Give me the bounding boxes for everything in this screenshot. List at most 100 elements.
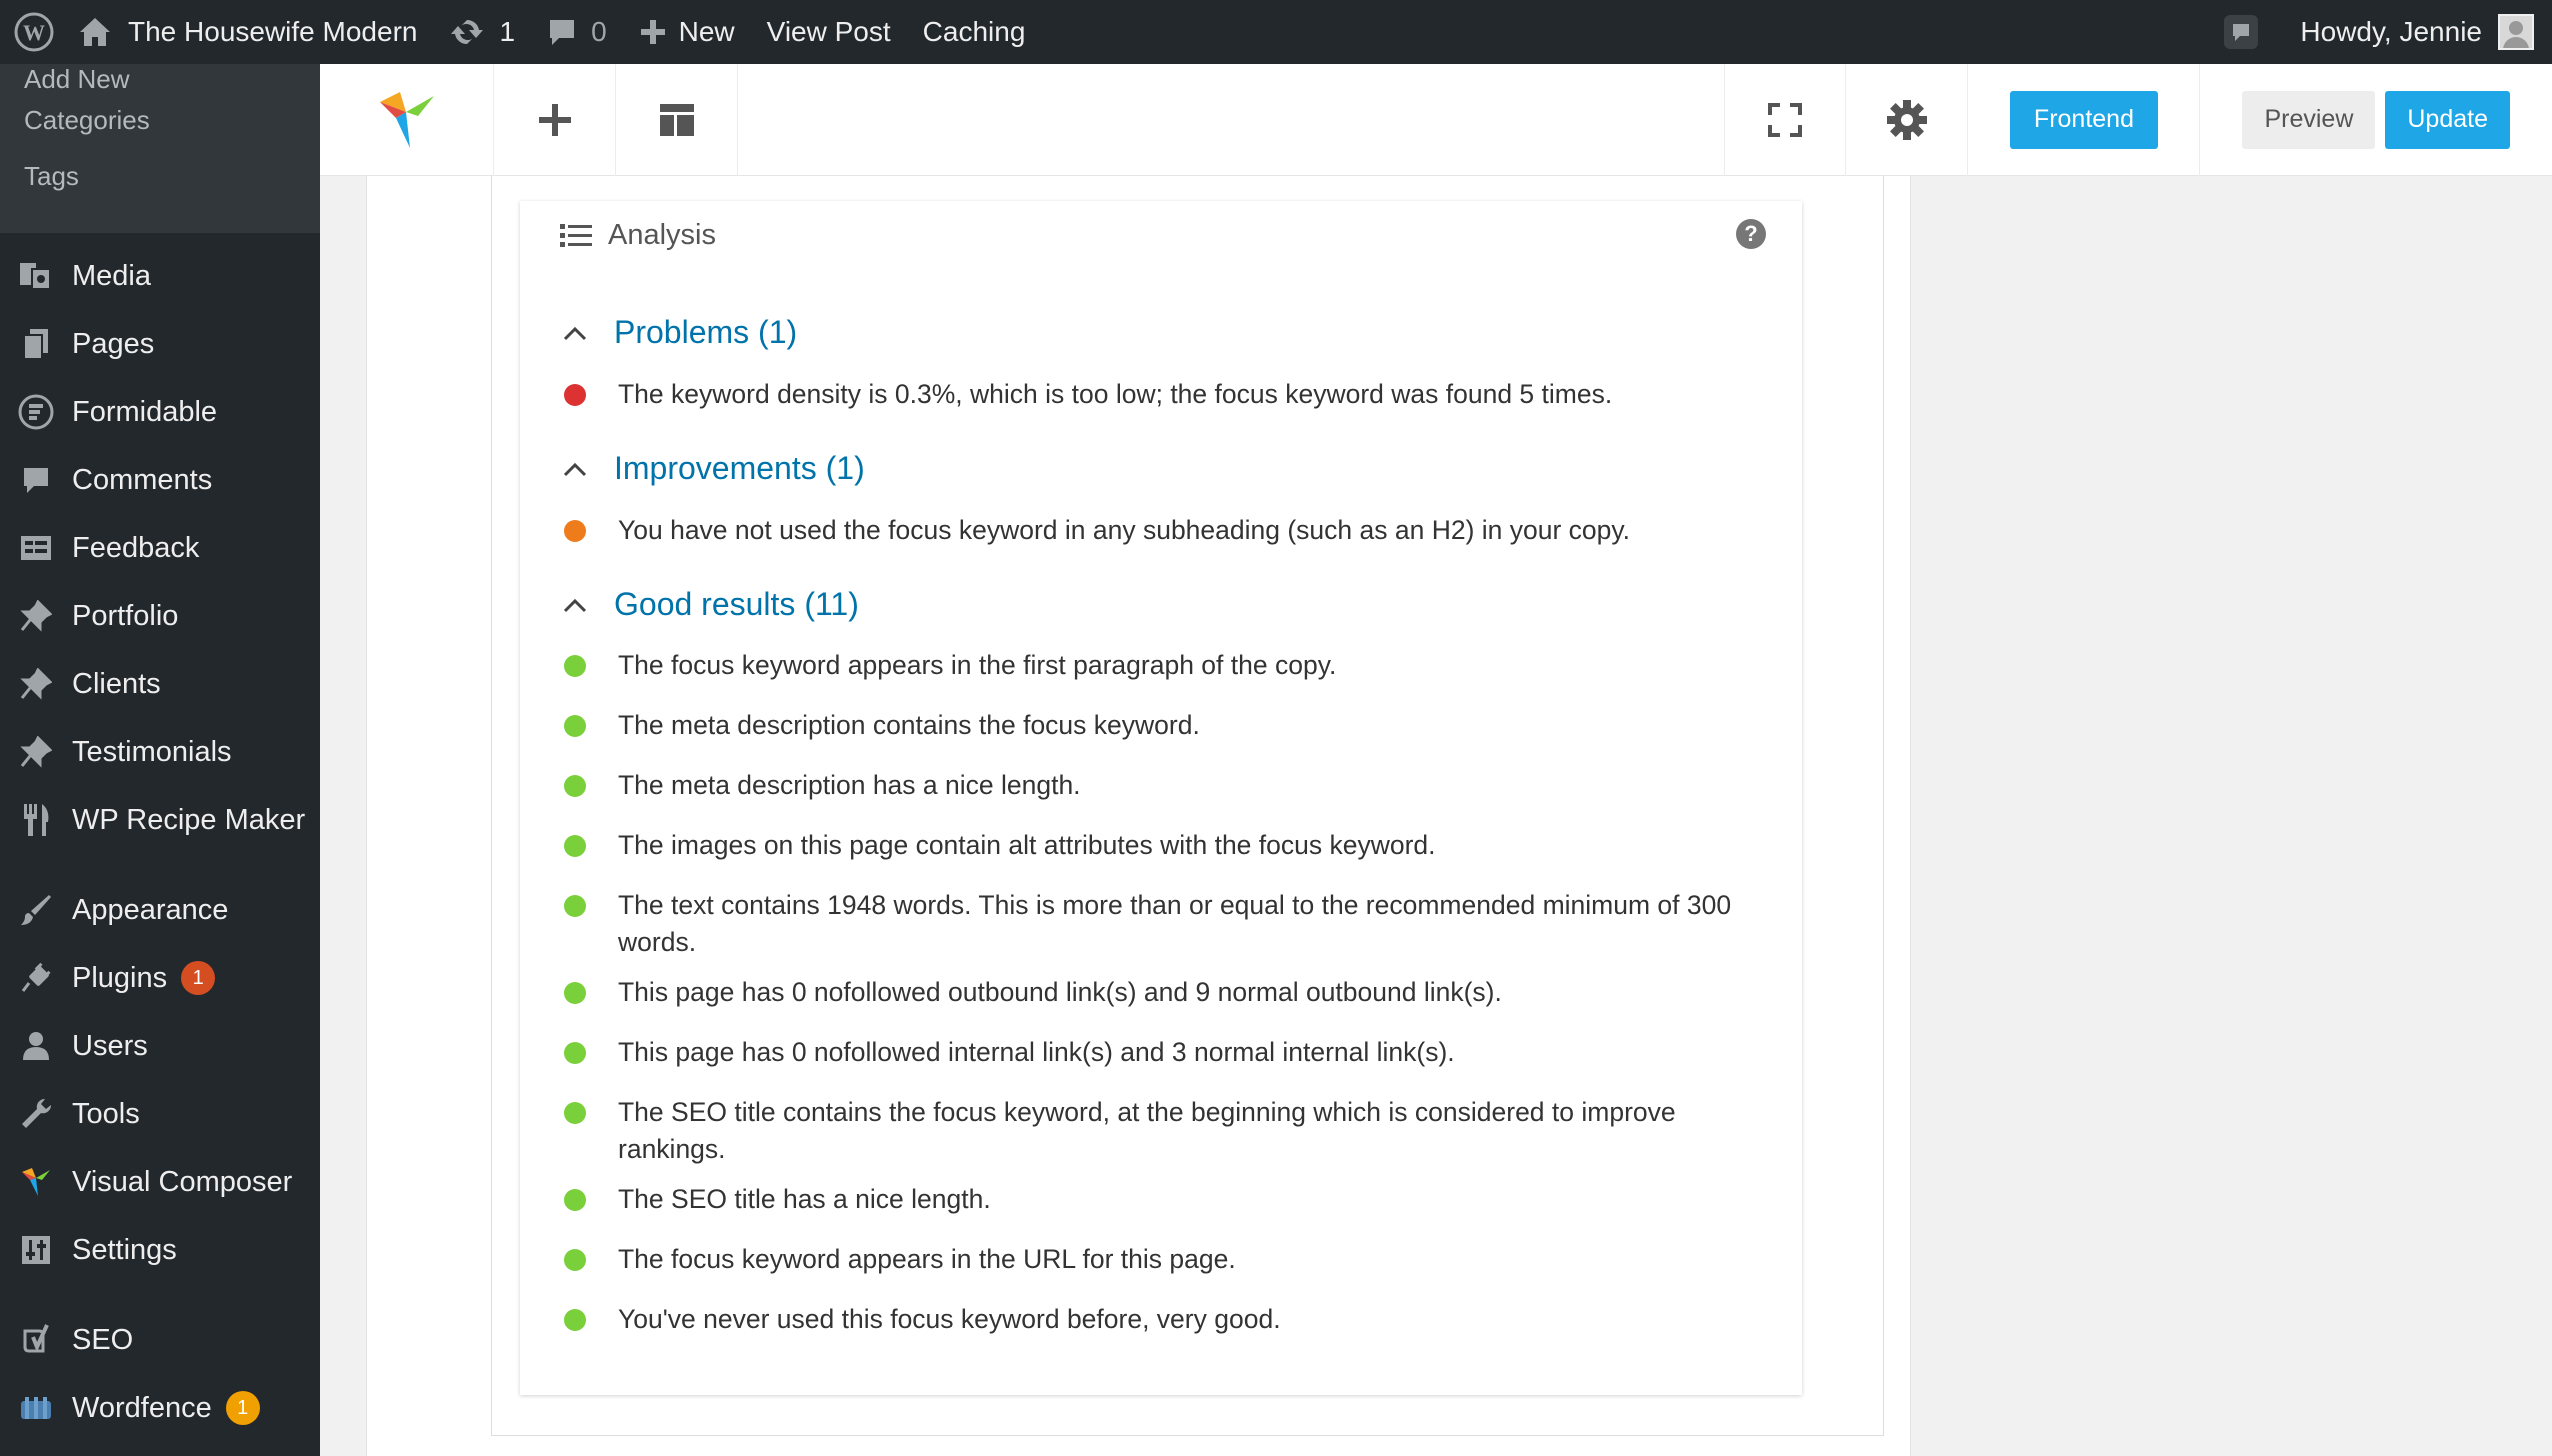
caching-link[interactable]: Caching — [907, 0, 1042, 64]
result-item: The text contains 1948 words. This is mo… — [560, 887, 1740, 961]
my-account-link[interactable]: Howdy, Jennie — [2284, 0, 2552, 64]
analysis-header: Analysis — [560, 219, 716, 252]
good-bullet-icon — [564, 1042, 586, 1064]
improvements-heading: Improvements (1) — [614, 450, 865, 486]
result-text: This page has 0 nofollowed outbound link… — [618, 977, 1502, 1007]
result-text: The meta description contains the focus … — [618, 710, 1200, 740]
submenu-tags[interactable]: Tags — [0, 148, 320, 204]
pin-icon — [16, 596, 56, 636]
sidebar-item-label: Visual Composer — [72, 1165, 293, 1198]
site-name: The Housewife Modern — [128, 16, 418, 47]
sidebar-item-wp-recipe-maker[interactable]: WP Recipe Maker — [0, 786, 320, 854]
sidebar-item-comments[interactable]: Comments — [0, 446, 320, 514]
add-element-button[interactable] — [494, 63, 616, 176]
site-name-link[interactable]: The Housewife Modern — [74, 0, 433, 64]
good-bullet-icon — [564, 655, 586, 677]
refresh-icon — [449, 16, 485, 48]
comments-count: 0 — [591, 16, 607, 47]
sidebar-item-seo[interactable]: SEO — [0, 1306, 320, 1374]
howdy-text: Howdy, Jennie — [2300, 16, 2482, 47]
settings-button[interactable] — [1846, 63, 1969, 176]
sidebar-item-plugins[interactable]: Plugins 1 — [0, 944, 320, 1012]
sidebar-item-label: Testimonials — [72, 735, 232, 768]
preview-button[interactable]: Preview — [2242, 90, 2376, 149]
wordfence-icon — [16, 1388, 56, 1428]
wordpress-logo-icon[interactable]: W — [0, 0, 74, 64]
sidebar-item-portfolio[interactable]: Portfolio — [0, 582, 320, 650]
fork-knife-icon — [16, 800, 56, 840]
updates-link[interactable]: 1 — [433, 0, 531, 64]
result-item: The SEO title has a nice length. — [560, 1181, 1740, 1218]
good-bullet-icon — [564, 982, 586, 1004]
problems-toggle[interactable]: Problems (1) — [560, 314, 797, 351]
sidebar-item-settings[interactable]: Settings — [0, 1216, 320, 1284]
sidebar-item-label: Clients — [72, 667, 161, 700]
list-icon — [560, 223, 592, 247]
improvements-toggle[interactable]: Improvements (1) — [560, 450, 865, 487]
svg-text:W: W — [23, 20, 45, 45]
composer-logo[interactable] — [320, 63, 494, 176]
sidebar-item-media[interactable]: Media — [0, 242, 320, 310]
user-icon — [16, 1026, 56, 1066]
frontend-button[interactable]: Frontend — [2009, 90, 2158, 149]
fullscreen-button[interactable] — [1724, 63, 1847, 176]
result-text: The images on this page contain alt attr… — [618, 830, 1436, 860]
sidebar-item-pages[interactable]: Pages — [0, 310, 320, 378]
sidebar-item-formidable[interactable]: Formidable — [0, 378, 320, 446]
submenu-add-new[interactable]: Add New — [0, 64, 320, 94]
wrench-icon — [16, 1094, 56, 1134]
notifications-icon[interactable] — [2206, 0, 2284, 64]
result-text: You have not used the focus keyword in a… — [618, 515, 1631, 545]
good-bullet-icon — [564, 1102, 586, 1124]
vc-logo-icon — [16, 1162, 56, 1202]
good-bullet-icon — [564, 775, 586, 797]
sidebar-item-appearance[interactable]: Appearance — [0, 876, 320, 944]
analysis-title: Analysis — [608, 219, 716, 251]
result-item: This page has 0 nofollowed outbound link… — [560, 974, 1740, 1011]
result-item: You have not used the focus keyword in a… — [560, 512, 1740, 549]
admin-sidebar: Add New Categories Tags Media Pages Form… — [0, 64, 320, 1456]
sidebar-item-users[interactable]: Users — [0, 1012, 320, 1080]
view-post-link[interactable]: View Post — [751, 0, 907, 64]
pin-icon — [16, 664, 56, 704]
result-text: The focus keyword appears in the URL for… — [618, 1244, 1236, 1274]
gear-icon — [1886, 99, 1927, 140]
sidebar-item-visual-composer[interactable]: Visual Composer — [0, 1148, 320, 1216]
new-content-link[interactable]: New — [623, 0, 751, 64]
plugins-update-badge: 1 — [181, 961, 216, 995]
feedback-icon — [16, 528, 56, 568]
sidebar-item-label: Media — [72, 259, 151, 292]
good-results-toggle[interactable]: Good results (11) — [560, 586, 859, 623]
submenu-categories[interactable]: Categories — [0, 92, 320, 148]
result-item: The meta description contains the focus … — [560, 707, 1740, 744]
sidebar-item-clients[interactable]: Clients — [0, 650, 320, 718]
pages-icon — [16, 324, 56, 364]
home-icon — [78, 16, 112, 48]
improvement-bullet-icon — [564, 520, 586, 542]
sidebar-item-tools[interactable]: Tools — [0, 1080, 320, 1148]
frontend-cell: Frontend — [1968, 63, 2201, 176]
media-icon — [16, 256, 56, 296]
fullscreen-icon — [1768, 102, 1803, 137]
comments-link[interactable]: 0 — [531, 0, 623, 64]
sidebar-item-testimonials[interactable]: Testimonials — [0, 718, 320, 786]
good-bullet-icon — [564, 1189, 586, 1211]
sidebar-item-label: Feedback — [72, 531, 200, 564]
analysis-panel: Analysis ? Problems (1) The keyword dens… — [520, 201, 1802, 1395]
update-button[interactable]: Update — [2385, 90, 2510, 149]
result-item: The focus keyword appears in the URL for… — [560, 1241, 1740, 1278]
plus-icon — [639, 18, 667, 46]
problems-heading: Problems (1) — [614, 314, 798, 350]
sidebar-item-wordfence[interactable]: Wordfence 1 — [0, 1374, 320, 1442]
help-icon[interactable]: ? — [1736, 219, 1766, 249]
good-bullet-icon — [564, 715, 586, 737]
plus-icon — [538, 103, 571, 136]
result-text: You've never used this focus keyword bef… — [618, 1304, 1281, 1334]
updates-count: 1 — [499, 16, 516, 47]
sidebar-item-label: Users — [72, 1029, 148, 1062]
chevron-up-icon — [560, 318, 590, 348]
result-item: This page has 0 nofollowed internal link… — [560, 1034, 1740, 1071]
sidebar-item-feedback[interactable]: Feedback — [0, 514, 320, 582]
yoast-icon — [16, 1320, 56, 1360]
templates-button[interactable] — [616, 63, 738, 176]
